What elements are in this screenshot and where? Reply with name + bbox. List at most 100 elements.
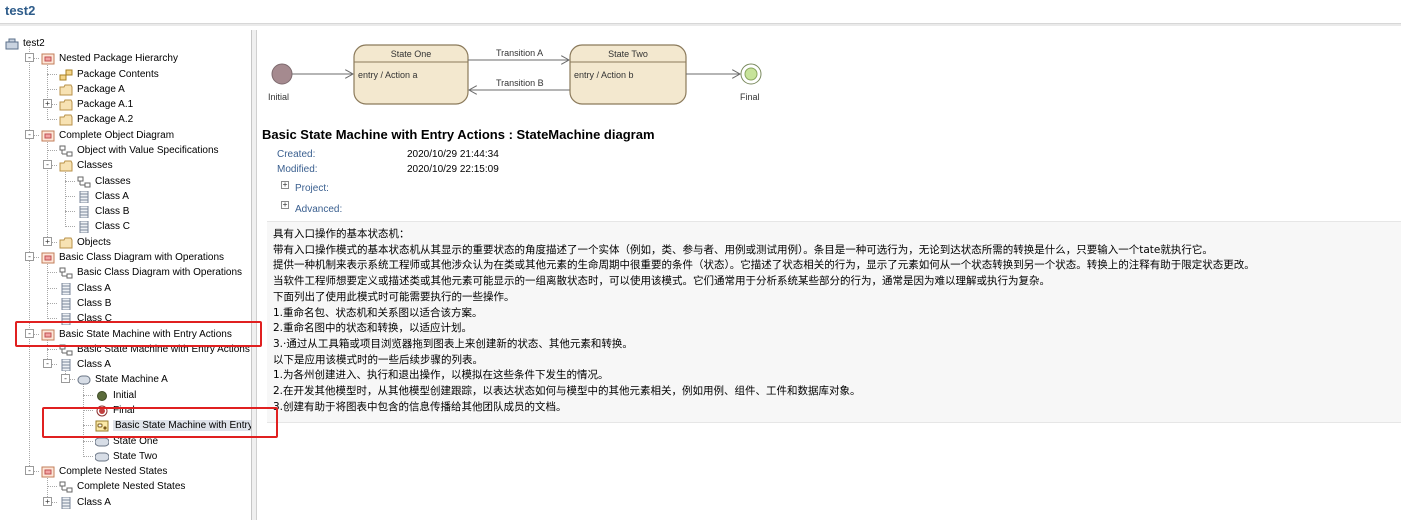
folder-icon bbox=[59, 160, 73, 172]
class-icon bbox=[59, 282, 73, 295]
modified-value: 2020/10/29 22:15:09 bbox=[407, 164, 499, 175]
tree-item-label: Package Contents bbox=[77, 69, 159, 80]
tree-item[interactable]: Package A.2 bbox=[59, 112, 133, 127]
tree-item[interactable]: Nested Package Hierarchy bbox=[41, 51, 178, 66]
tree-item-label: State Machine A bbox=[95, 374, 168, 385]
notes-panel: 具有入口操作的基本状态机： 带有入口操作模式的基本状态机从其显示的重要状态的角度描… bbox=[267, 221, 1401, 423]
notes-line: 带有入口操作模式的基本状态机从其显示的重要状态的角度描述了一个实体（例如，类、参… bbox=[273, 243, 1213, 256]
tree-guide-line bbox=[65, 166, 66, 227]
tree-item[interactable]: Classes bbox=[77, 174, 131, 189]
advanced-section-label[interactable]: Advanced: bbox=[295, 204, 342, 215]
tree-item[interactable]: Package A.1 bbox=[59, 97, 133, 112]
collapse-icon[interactable]: - bbox=[25, 466, 34, 475]
collapse-icon[interactable]: - bbox=[25, 252, 34, 261]
final-node-inner bbox=[744, 67, 758, 81]
tree-item-label: Class B bbox=[77, 298, 112, 309]
tree-item-label: Nested Package Hierarchy bbox=[59, 53, 178, 64]
project-browser-tree[interactable]: test2 - Nested Package Hierarchy Package Co… bbox=[0, 30, 252, 520]
tree-item[interactable]: Class B bbox=[59, 296, 111, 311]
class-diagram-icon bbox=[59, 481, 73, 493]
collapse-icon[interactable]: - bbox=[43, 359, 52, 368]
notes-line: 当软件工程师想要定义或描述类或其他元素可能显示的一组离散状态时，可以使用该模式。… bbox=[273, 275, 1050, 288]
tree-connector bbox=[47, 288, 57, 289]
package-diagram-folder-icon bbox=[41, 252, 55, 264]
state-machine-diagram[interactable]: Initial State One entry / Action a Trans… bbox=[258, 30, 778, 120]
class-icon bbox=[77, 220, 91, 233]
tree-item-label: Object with Value Specifications bbox=[77, 145, 219, 156]
expand-icon[interactable]: + bbox=[43, 237, 52, 246]
tree-connector bbox=[47, 74, 57, 75]
tree-item-label: test2 bbox=[23, 38, 45, 49]
tree-item[interactable]: Object with Value Specifications bbox=[59, 143, 219, 158]
tree-connector bbox=[83, 441, 93, 442]
tree-item[interactable]: Objects bbox=[59, 235, 111, 250]
tree-item[interactable]: Package A bbox=[59, 82, 125, 97]
tree-item-label: Package A bbox=[77, 84, 125, 95]
project-section-label[interactable]: Project: bbox=[295, 183, 329, 194]
highlight-box-package bbox=[15, 321, 262, 347]
model-root-icon bbox=[5, 38, 19, 50]
modified-label: Modified: bbox=[277, 164, 318, 175]
tree-item-label: Basic Class Diagram with Operations bbox=[59, 252, 225, 263]
tree-item-label: Class A bbox=[77, 497, 111, 508]
tree-item[interactable]: Class A bbox=[59, 357, 111, 372]
tree-item-label: Complete Nested States bbox=[77, 481, 186, 492]
tree-item[interactable]: Class A bbox=[77, 189, 129, 204]
tree-item-label: Basic Class Diagram with Operations bbox=[77, 267, 243, 278]
tree-item[interactable]: Package Contents bbox=[59, 67, 159, 82]
expand-icon[interactable]: + bbox=[43, 99, 52, 108]
tree-connector bbox=[65, 181, 75, 182]
final-label: Final bbox=[740, 92, 760, 102]
tree-item-label: Class C bbox=[95, 221, 131, 232]
tree-item[interactable]: Class A bbox=[59, 495, 111, 510]
package-diagram-folder-icon bbox=[41, 53, 55, 65]
panel-splitter[interactable] bbox=[252, 30, 257, 520]
folder-icon bbox=[59, 114, 73, 126]
tree-item-label: Class B bbox=[95, 206, 130, 217]
tree-item[interactable]: Class A bbox=[59, 281, 111, 296]
collapse-icon[interactable]: - bbox=[43, 160, 52, 169]
expand-icon[interactable]: + bbox=[43, 497, 52, 506]
tree-item[interactable]: Complete Nested States bbox=[59, 479, 185, 494]
notes-line: 具有入口操作的基本状态机： bbox=[273, 228, 410, 240]
package-diagram-icon bbox=[59, 69, 73, 81]
tree-connector bbox=[47, 89, 57, 90]
tree-item[interactable]: Classes bbox=[59, 158, 113, 173]
tree-item[interactable]: State Machine A bbox=[77, 372, 168, 387]
tree-guide-line bbox=[47, 136, 48, 243]
tree-item[interactable]: Class B bbox=[77, 204, 129, 219]
state-one-name: State One bbox=[391, 49, 432, 59]
advanced-expand-icon[interactable]: + bbox=[281, 201, 289, 209]
tree-connector bbox=[47, 318, 57, 319]
tree-connector bbox=[83, 395, 93, 396]
notes-line: 3.创建有助于将图表中包含的信息传播给其他团队成员的文档。 bbox=[273, 400, 567, 413]
notes-line: 3.·通过从工具箱或项目浏览器拖到图表上来创建新的状态、其他元素和转换。 bbox=[273, 337, 633, 350]
class-diagram-icon bbox=[59, 267, 73, 279]
tree-item[interactable]: Initial bbox=[95, 388, 136, 403]
tree-item[interactable]: Basic Class Diagram with Operations bbox=[41, 250, 224, 265]
tree-item[interactable]: Complete Nested States bbox=[41, 464, 167, 479]
tree-item[interactable]: test2 bbox=[5, 36, 45, 51]
transition-b-label: Transition B bbox=[496, 78, 544, 88]
tree-connector bbox=[47, 303, 57, 304]
initial-node[interactable] bbox=[271, 63, 293, 85]
tree-item-label: Package A.2 bbox=[77, 114, 134, 125]
tree-item[interactable]: Basic Class Diagram with Operations bbox=[59, 265, 242, 280]
tree-connector bbox=[65, 226, 75, 227]
class-icon bbox=[59, 358, 73, 371]
title-divider bbox=[0, 24, 1401, 26]
collapse-icon[interactable]: - bbox=[25, 53, 34, 62]
tree-guide-line bbox=[47, 58, 48, 120]
tree-connector bbox=[65, 196, 75, 197]
tree-item-label: Complete Object Diagram bbox=[59, 130, 175, 141]
notes-line: 1.为各州创建进入、执行和退出操作，以模拟在这些条件下发生的情况。 bbox=[273, 369, 609, 382]
project-expand-icon[interactable]: + bbox=[281, 181, 289, 189]
tree-item[interactable]: Complete Object Diagram bbox=[41, 128, 174, 143]
notes-line: 2.在开发其他模型时，从其他模型创建跟踪，以表达状态如何与模型中的其他元素相关，… bbox=[273, 385, 861, 398]
tree-item[interactable]: Class C bbox=[77, 219, 130, 234]
tree-item[interactable]: State Two bbox=[95, 449, 157, 464]
collapse-icon[interactable]: - bbox=[61, 374, 70, 383]
folder-icon bbox=[59, 84, 73, 96]
class-diagram-icon bbox=[77, 176, 91, 188]
collapse-icon[interactable]: - bbox=[25, 130, 34, 139]
